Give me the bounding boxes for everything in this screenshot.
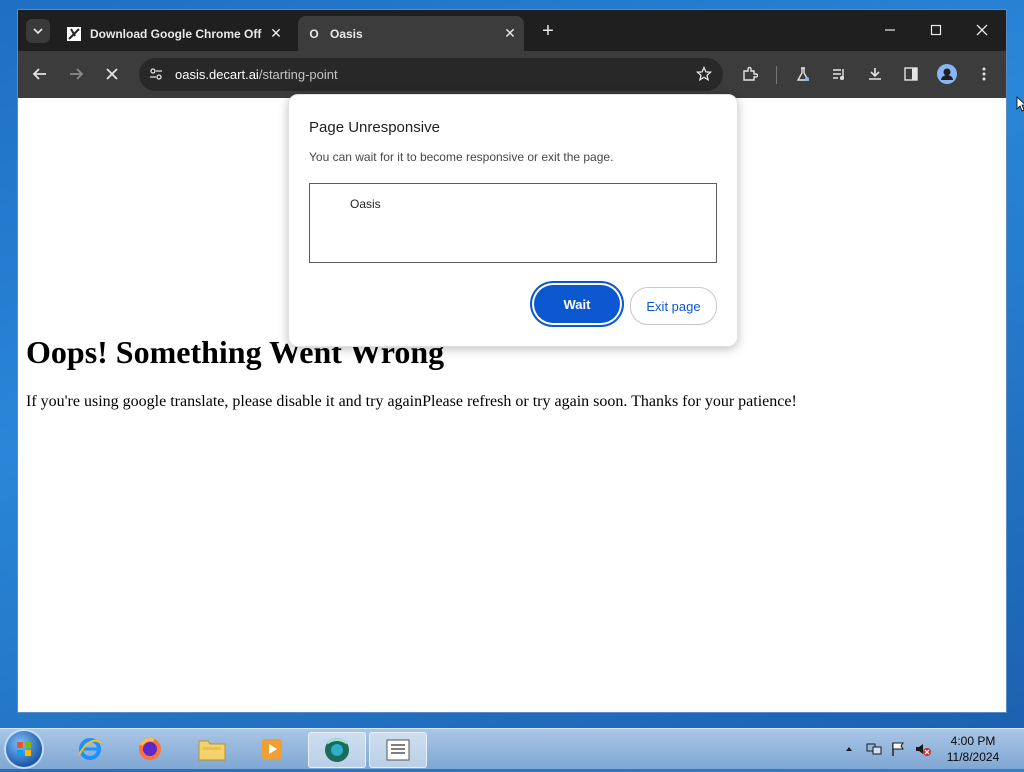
maximize-icon [930, 24, 942, 36]
minimize-icon [885, 29, 895, 31]
dialog-title: Page Unresponsive [309, 119, 440, 136]
menu-button[interactable] [972, 62, 996, 86]
side-panel-icon [904, 67, 918, 81]
unresponsive-pages-list[interactable]: Oasis [309, 183, 717, 263]
profile-avatar[interactable] [937, 64, 957, 84]
internet-explorer-icon [78, 738, 102, 760]
close-icon [106, 68, 118, 80]
chevron-down-icon [33, 28, 43, 35]
person-icon [941, 68, 953, 80]
bookmark-star-icon[interactable] [695, 65, 713, 83]
url-host: oasis.decart.ai [175, 67, 259, 82]
folder-icon [198, 740, 226, 761]
arrow-right-icon [70, 68, 84, 80]
oasis-favicon: O [309, 26, 319, 41]
start-button[interactable] [6, 731, 42, 767]
download-icon [869, 68, 881, 80]
tab-title: Oasis [330, 26, 363, 41]
exit-page-button[interactable]: Exit page [630, 287, 717, 325]
music-queue-icon [833, 69, 844, 80]
tray-show-hidden-icon[interactable] [844, 729, 854, 769]
forward-button[interactable] [64, 62, 88, 86]
network-icon[interactable] [866, 729, 882, 769]
clock-date: 11/8/2024 [946, 750, 1000, 764]
minimize-button[interactable] [876, 18, 904, 42]
new-tab-button[interactable]: + [536, 19, 560, 43]
puzzle-icon [743, 66, 758, 81]
taskbar-firefox[interactable] [122, 732, 178, 766]
title-bar: Download Google Chrome Off ✕ O Oasis ✕ + [18, 10, 1006, 51]
media-controls-button[interactable] [827, 62, 851, 86]
taskbar-chrome[interactable] [308, 732, 366, 768]
arrow-left-icon [32, 68, 46, 80]
page-unresponsive-dialog: Page Unresponsive You can wait for it to… [288, 94, 738, 347]
wait-button[interactable]: Wait [534, 285, 620, 323]
error-message: If you're using google translate, please… [26, 393, 797, 410]
downloads-button[interactable] [863, 62, 887, 86]
flask-icon [796, 67, 810, 81]
notepad-icon [386, 739, 410, 761]
extensions-button[interactable] [738, 62, 762, 86]
windows-logo-icon [17, 742, 31, 756]
tab-title: Download Google Chrome Off [90, 26, 262, 41]
taskbar-file-explorer[interactable] [184, 732, 240, 766]
site-settings-icon[interactable] [147, 65, 165, 83]
tab-download-chrome[interactable]: Download Google Chrome Off ✕ [58, 16, 290, 51]
address-bar[interactable]: oasis.decart.ai/starting-point [139, 58, 723, 91]
taskbar-media-player[interactable] [244, 732, 300, 766]
system-clock[interactable]: 4:00 PM 11/8/2024 [930, 733, 1016, 765]
browser-toolbar: oasis.decart.ai/starting-point [18, 51, 1006, 98]
firefox-icon [139, 738, 161, 760]
more-vertical-icon [982, 67, 986, 81]
url-text: oasis.decart.ai/starting-point [175, 67, 338, 82]
tab-close-icon[interactable]: ✕ [500, 25, 520, 42]
windows-taskbar: 4:00 PM 11/8/2024 [0, 728, 1024, 769]
tab-search-button[interactable] [26, 19, 50, 43]
toolbar-divider [776, 66, 777, 84]
side-panel-button[interactable] [899, 62, 923, 86]
clock-time: 4:00 PM [950, 734, 996, 748]
stop-loading-button[interactable] [100, 62, 124, 86]
dialog-message: You can wait for it to become responsive… [309, 150, 614, 164]
list-item: Oasis [350, 197, 381, 211]
taskbar-internet-explorer[interactable] [62, 732, 118, 766]
media-player-icon [262, 739, 282, 759]
chrome-icon [325, 738, 349, 762]
maximize-button[interactable] [922, 18, 950, 42]
back-button[interactable] [28, 62, 52, 86]
taskbar-notepad[interactable] [369, 732, 427, 768]
chrome-logo-icon [66, 26, 82, 42]
url-path: /starting-point [258, 67, 338, 82]
tab-oasis[interactable]: O Oasis ✕ [298, 16, 524, 51]
action-center-flag-icon[interactable] [890, 729, 906, 769]
mouse-cursor-icon [1016, 96, 1024, 115]
close-icon [976, 24, 988, 36]
labs-button[interactable] [791, 62, 815, 86]
tab-close-icon[interactable]: ✕ [266, 25, 286, 42]
close-window-button[interactable] [968, 18, 996, 42]
